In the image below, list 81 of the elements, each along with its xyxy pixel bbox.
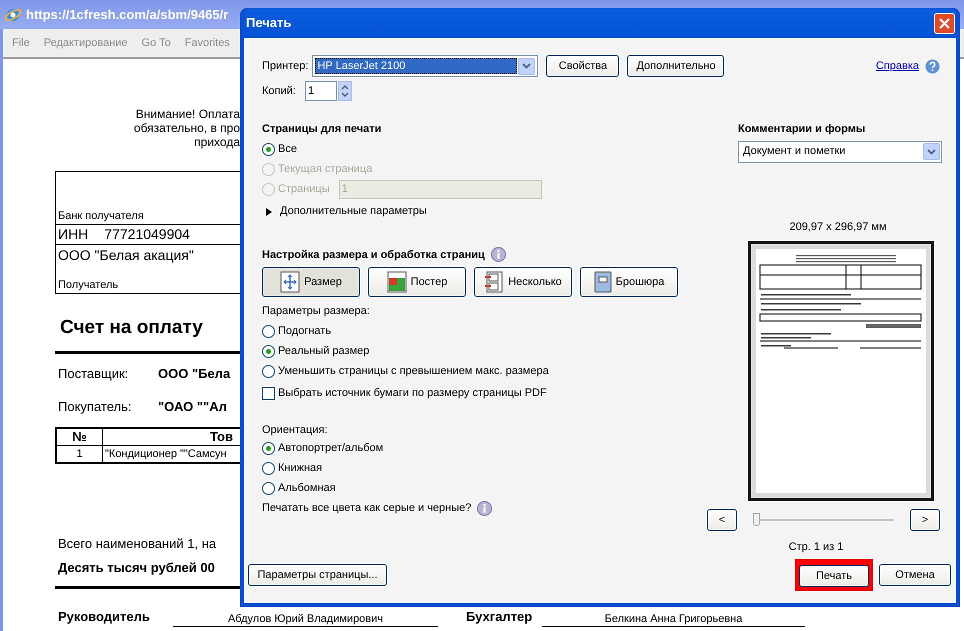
spinner-icon[interactable]: [338, 81, 352, 101]
info-icon[interactable]: [490, 247, 506, 262]
radio-label: Автопортрет/альбом: [278, 440, 384, 456]
signature-name: Абдулов Юрий Владимирович: [173, 612, 438, 626]
section-heading: Настройка размера и обработка страниц: [262, 248, 485, 262]
radio-button[interactable]: [262, 143, 275, 156]
radio-button[interactable]: [262, 462, 275, 474]
properties-button[interactable]: Свойства: [546, 55, 620, 77]
radio-button[interactable]: [262, 442, 275, 454]
checkbox-label: Выбрать источник бумаги по размеру страницы PDF: [278, 386, 547, 402]
page-slider-thumb[interactable]: [753, 513, 760, 526]
section-heading: Страницы для печати: [262, 122, 382, 137]
notice-text: обязательно, в про: [134, 121, 240, 135]
notice-text: Внимание! Оплата: [136, 107, 240, 121]
dialog-title: Печать: [246, 14, 292, 32]
party-label: Покупатель:: [58, 398, 132, 416]
copies-label: Копий:: [262, 84, 297, 99]
more-options-label[interactable]: Дополнительные параметры: [280, 203, 427, 220]
bank-label: Банк получателя: [58, 208, 144, 224]
signature-role: Руководитель: [58, 608, 151, 626]
close-button[interactable]: [934, 12, 955, 34]
radio-label: Книжная: [278, 460, 322, 476]
browser-address: https://1cfresh.com/a/sbm/9465/r: [26, 6, 228, 24]
cancel-button[interactable]: Отмена: [879, 564, 951, 586]
inn-value: 77721049904: [104, 225, 190, 244]
recipient-name: ООО "Белая акация": [58, 246, 194, 265]
checkbox[interactable]: [262, 387, 275, 400]
help-link[interactable]: Справка: [876, 58, 919, 74]
radio-button[interactable]: [262, 365, 275, 378]
party-value: "ОАО ""Ал: [158, 398, 227, 416]
radio-button[interactable]: [262, 482, 275, 494]
radio-label: Альбомная: [278, 480, 336, 496]
print-button[interactable]: Печать: [799, 565, 869, 588]
signature-name: Белкина Анна Григорьевна: [542, 612, 805, 626]
expand-arrow-icon[interactable]: [266, 208, 272, 216]
page-counter: Стр. 1 из 1: [788, 540, 844, 555]
copies-field[interactable]: 1: [305, 81, 337, 101]
party-label: Поставщик:: [58, 364, 130, 383]
total-text: Десять тысяч рублей 00: [58, 559, 215, 577]
recipient-label: Получатель: [58, 278, 118, 292]
radio-button[interactable]: [262, 325, 275, 338]
radio-label: Все: [278, 142, 297, 158]
inn-label: ИНН: [58, 225, 88, 244]
radio-label: Страницы: [278, 182, 330, 198]
party-value: ООО "Бела: [158, 364, 230, 382]
sizing-mode-button[interactable]: Постер: [368, 267, 466, 297]
total-text: Всего наименований 1, на: [58, 534, 216, 552]
info-icon[interactable]: [477, 500, 492, 516]
radio-label: Реальный размер: [278, 344, 370, 360]
column-header: №: [57, 428, 103, 444]
size-params-label: Параметры размера:: [262, 304, 371, 319]
radio-button[interactable]: [262, 345, 275, 358]
invoice-title: Счет на оплату: [60, 317, 203, 338]
previous-page-button[interactable]: <: [707, 509, 737, 531]
grayscale-label: Печатать все цвета как серые и черные?: [262, 501, 472, 516]
booklet-icon: [594, 271, 612, 293]
poster-icon: [386, 271, 407, 293]
table-cell: 1: [57, 446, 103, 462]
printer-select[interactable]: HP LaserJet 2100: [312, 55, 538, 77]
signature-role: Бухгалтер: [466, 608, 534, 626]
sizing-mode-button[interactable]: Брошюра: [580, 267, 678, 297]
sizing-mode-button[interactable]: Размер: [262, 267, 360, 297]
multiple-pages-icon: [484, 271, 504, 293]
radio-label: Текущая страница: [278, 162, 372, 178]
next-page-button[interactable]: >: [910, 509, 940, 531]
orientation-label: Ориентация:: [262, 422, 329, 438]
column-header: Тов: [210, 428, 233, 444]
notice-text: прихода: [194, 135, 240, 149]
table-cell-text: "Кондиционер ""Самсун: [105, 446, 227, 462]
page-setup-button[interactable]: Параметры страницы...: [248, 564, 387, 586]
help-icon[interactable]: [925, 58, 940, 74]
comments-select[interactable]: Документ и пометки: [738, 140, 942, 162]
advanced-button[interactable]: Дополнительно: [627, 55, 724, 77]
radio-label: Подогнать: [278, 324, 332, 340]
section-heading: Комментарии и формы: [738, 122, 866, 137]
close-icon: [939, 18, 950, 28]
printer-label: Принтер:: [262, 58, 308, 74]
sizing-mode-button[interactable]: Несколько: [474, 267, 572, 297]
page-size-text: 209,97 x 296,97 мм: [789, 220, 887, 234]
resize-icon: [280, 271, 300, 293]
radio-label: Уменьшить страницы с превышением макс. размера: [278, 364, 549, 380]
